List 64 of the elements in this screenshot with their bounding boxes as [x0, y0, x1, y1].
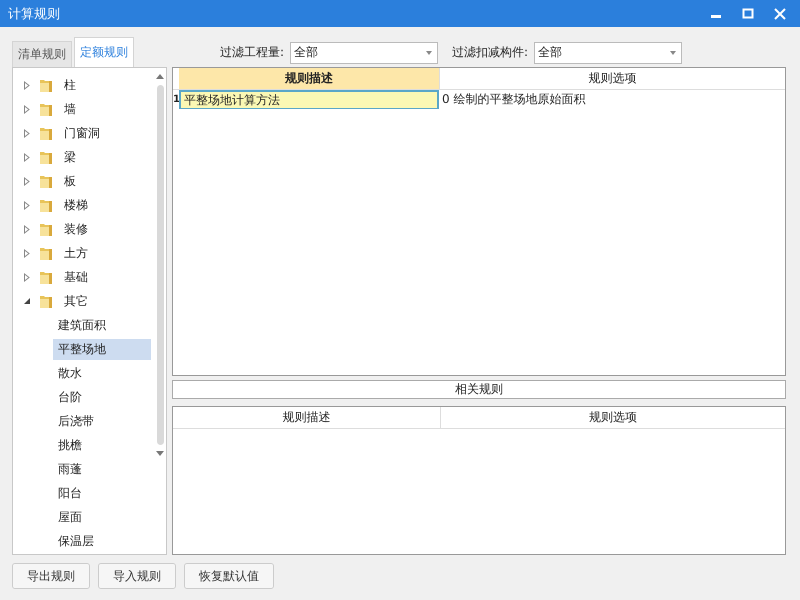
tree-item[interactable]: 雨蓬	[53, 458, 151, 480]
tree-item[interactable]: 梁	[59, 146, 81, 168]
button[interactable]: 导入规则	[98, 563, 176, 589]
filter-label: 过滤扣减构件:	[452, 44, 528, 61]
tree-item[interactable]: 挑檐	[53, 434, 151, 456]
tree-item[interactable]: 门窗洞	[59, 122, 105, 144]
dropdown-arrow-icon	[426, 50, 432, 54]
expand-arrow-icon[interactable]	[23, 272, 31, 282]
tree-item[interactable]: 基础	[59, 266, 93, 288]
expand-arrow-icon[interactable]	[23, 104, 31, 114]
close-icon[interactable]	[774, 8, 786, 20]
tree-item[interactable]: 板	[59, 170, 81, 192]
tree-item[interactable]: 阳台	[53, 482, 151, 504]
dropdown[interactable]: 全部	[534, 42, 682, 64]
tree-item[interactable]: 保温层	[53, 530, 151, 552]
tree-item[interactable]: 台阶	[53, 386, 151, 408]
row-number: 1	[173, 93, 179, 107]
table-cell[interactable]: 平整场地计算方法	[179, 90, 439, 109]
table-cell[interactable]: 0 绘制的平整场地原始面积	[439, 90, 785, 109]
tree-item[interactable]: 平整场地	[53, 338, 151, 360]
folder-icon	[39, 78, 53, 92]
tree-item[interactable]: 土方	[59, 242, 93, 264]
tree-item[interactable]: 墙	[59, 98, 81, 120]
tree-item[interactable]: 后浇带	[53, 410, 151, 432]
expand-arrow-icon[interactable]	[23, 80, 31, 90]
folder-icon	[39, 126, 53, 140]
expand-arrow-icon[interactable]	[23, 248, 31, 258]
folder-icon	[39, 198, 53, 212]
tab[interactable]: 定额规则	[74, 37, 134, 67]
folder-icon	[39, 246, 53, 260]
tree-item[interactable]: 柱	[59, 74, 81, 96]
column-header[interactable]: 规则描述	[173, 407, 441, 428]
button[interactable]: 恢复默认值	[184, 563, 274, 589]
scroll-down-icon[interactable]	[156, 451, 164, 456]
dropdown[interactable]: 全部	[290, 42, 438, 64]
folder-icon	[39, 222, 53, 236]
expand-arrow-icon[interactable]	[23, 152, 31, 162]
tree-item[interactable]: 屋面	[53, 506, 151, 528]
button[interactable]: 导出规则	[12, 563, 90, 589]
column-header[interactable]: 规则选项	[439, 68, 785, 89]
tree-item[interactable]: 装修	[59, 218, 93, 240]
column-header[interactable]: 规则描述	[179, 68, 439, 89]
folder-icon	[39, 150, 53, 164]
tree-item[interactable]: 其它	[59, 290, 93, 312]
expand-arrow-icon[interactable]	[23, 128, 31, 138]
folder-icon	[39, 270, 53, 284]
filter-label: 过滤工程量:	[220, 44, 284, 61]
folder-icon	[39, 174, 53, 188]
expand-arrow-icon[interactable]	[23, 224, 31, 234]
tab[interactable]: 清单规则	[12, 41, 72, 67]
expand-arrow-icon[interactable]	[23, 176, 31, 186]
tree-item[interactable]: 散水	[53, 362, 151, 384]
section-header: 相关规则	[172, 380, 786, 399]
folder-icon	[39, 102, 53, 116]
collapse-arrow-icon[interactable]	[23, 296, 31, 306]
dropdown-arrow-icon	[670, 50, 676, 54]
maximize-icon[interactable]	[742, 8, 754, 20]
scroll-up-icon[interactable]	[156, 74, 164, 79]
expand-arrow-icon[interactable]	[23, 200, 31, 210]
folder-icon	[39, 294, 53, 308]
column-header[interactable]: 规则选项	[441, 407, 785, 428]
tree-item[interactable]: 楼梯	[59, 194, 93, 216]
tree-item[interactable]: 建筑面积	[53, 314, 151, 336]
window-title: 计算规则	[8, 6, 60, 22]
